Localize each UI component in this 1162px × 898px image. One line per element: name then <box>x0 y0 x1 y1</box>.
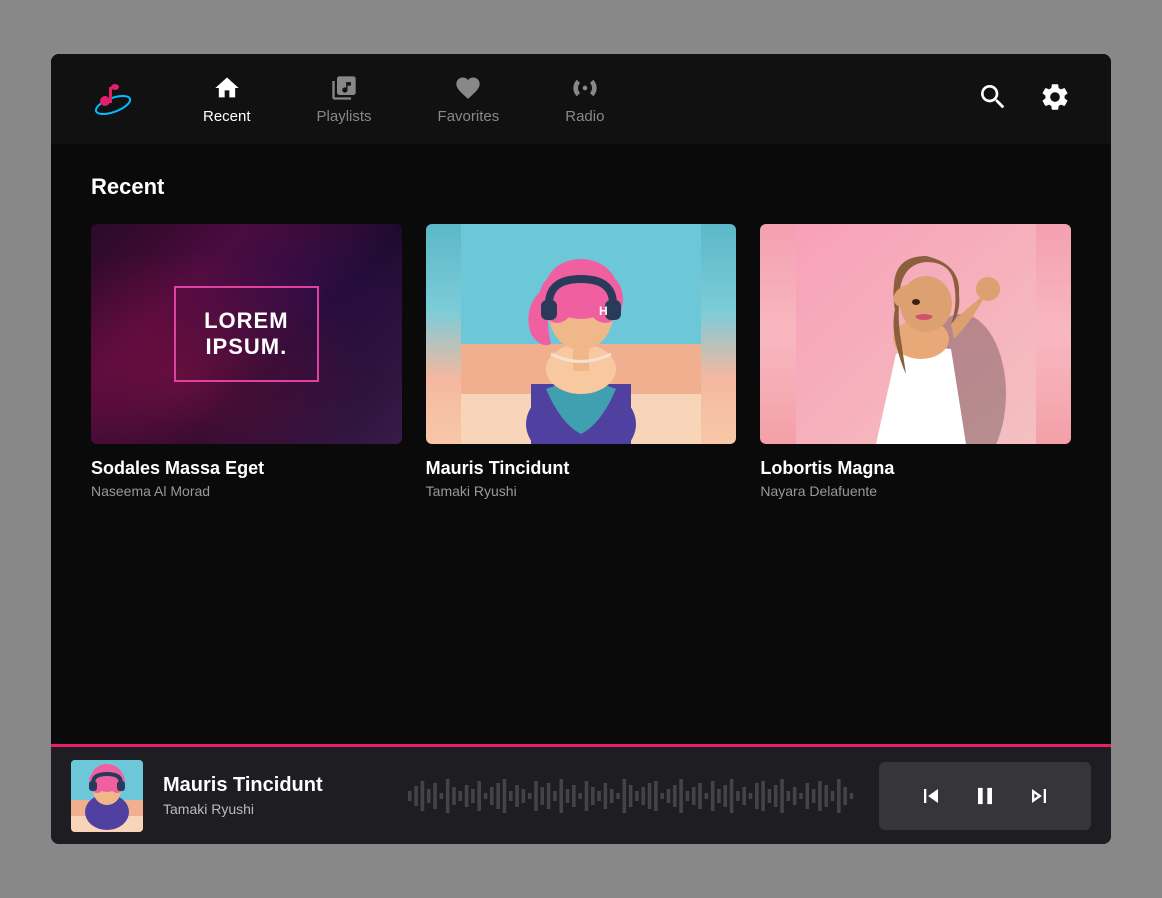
card-artist-2: Tamaki Ryushi <box>426 483 737 499</box>
home-icon <box>213 74 241 102</box>
card-artist-3: Nayara Delafuente <box>760 483 1071 499</box>
lorem-line2: IPSUM. <box>204 334 288 360</box>
lorem-line1: LOREM <box>204 308 288 334</box>
player-title: Mauris Tincidunt <box>163 774 388 797</box>
prev-button[interactable] <box>909 774 953 818</box>
player-thumbnail <box>71 760 143 832</box>
cards-row: LOREM IPSUM. Sodales Massa Eget Naseema … <box>91 224 1071 499</box>
card-title-1: Sodales Massa Eget <box>91 458 402 479</box>
radio-icon <box>571 74 599 102</box>
card-title-3: Lobortis Magna <box>760 458 1071 479</box>
app-logo <box>91 77 135 121</box>
player-progress[interactable] <box>408 766 859 826</box>
card-image-3 <box>760 224 1071 444</box>
card-image-1: LOREM IPSUM. <box>91 224 402 444</box>
settings-button[interactable] <box>1039 81 1071 118</box>
main-content: Recent LOREM IPSUM. Sodales Massa Eget N… <box>51 144 1111 744</box>
player-controls <box>879 762 1091 830</box>
top-nav: Recent Playlists Favorites Radio <box>51 54 1111 144</box>
playlist-icon <box>330 74 358 102</box>
heart-icon <box>454 74 482 102</box>
nav-item-recent[interactable]: Recent <box>175 64 279 135</box>
nav-label-radio: Radio <box>565 108 604 125</box>
pause-button[interactable] <box>963 774 1007 818</box>
card-title-2: Mauris Tincidunt <box>426 458 737 479</box>
card-mauris[interactable]: H Mauris Tincidunt Tamaki Ryushi <box>426 224 737 499</box>
section-title: Recent <box>91 174 1071 200</box>
nav-right <box>977 81 1071 118</box>
lorem-box: LOREM IPSUM. <box>174 286 318 383</box>
player-artist: Tamaki Ryushi <box>163 801 388 817</box>
player-info: Mauris Tincidunt Tamaki Ryushi <box>163 774 388 817</box>
card-sodales[interactable]: LOREM IPSUM. Sodales Massa Eget Naseema … <box>91 224 402 499</box>
player-bar: Mauris Tincidunt Tamaki Ryushi <box>51 744 1111 844</box>
nav-label-playlists: Playlists <box>317 108 372 125</box>
search-button[interactable] <box>977 81 1009 118</box>
svg-text:H: H <box>599 304 608 318</box>
card-image-2: H <box>426 224 737 444</box>
nav-label-recent: Recent <box>203 108 251 125</box>
nav-item-radio[interactable]: Radio <box>537 64 632 135</box>
card-lobortis[interactable]: Lobortis Magna Nayara Delafuente <box>760 224 1071 499</box>
card-artist-1: Naseema Al Morad <box>91 483 402 499</box>
nav-item-playlists[interactable]: Playlists <box>289 64 400 135</box>
nav-items: Recent Playlists Favorites Radio <box>175 64 977 135</box>
app-container: Recent Playlists Favorites Radio <box>51 54 1111 844</box>
next-button[interactable] <box>1017 774 1061 818</box>
nav-item-favorites[interactable]: Favorites <box>410 64 528 135</box>
nav-label-favorites: Favorites <box>438 108 500 125</box>
